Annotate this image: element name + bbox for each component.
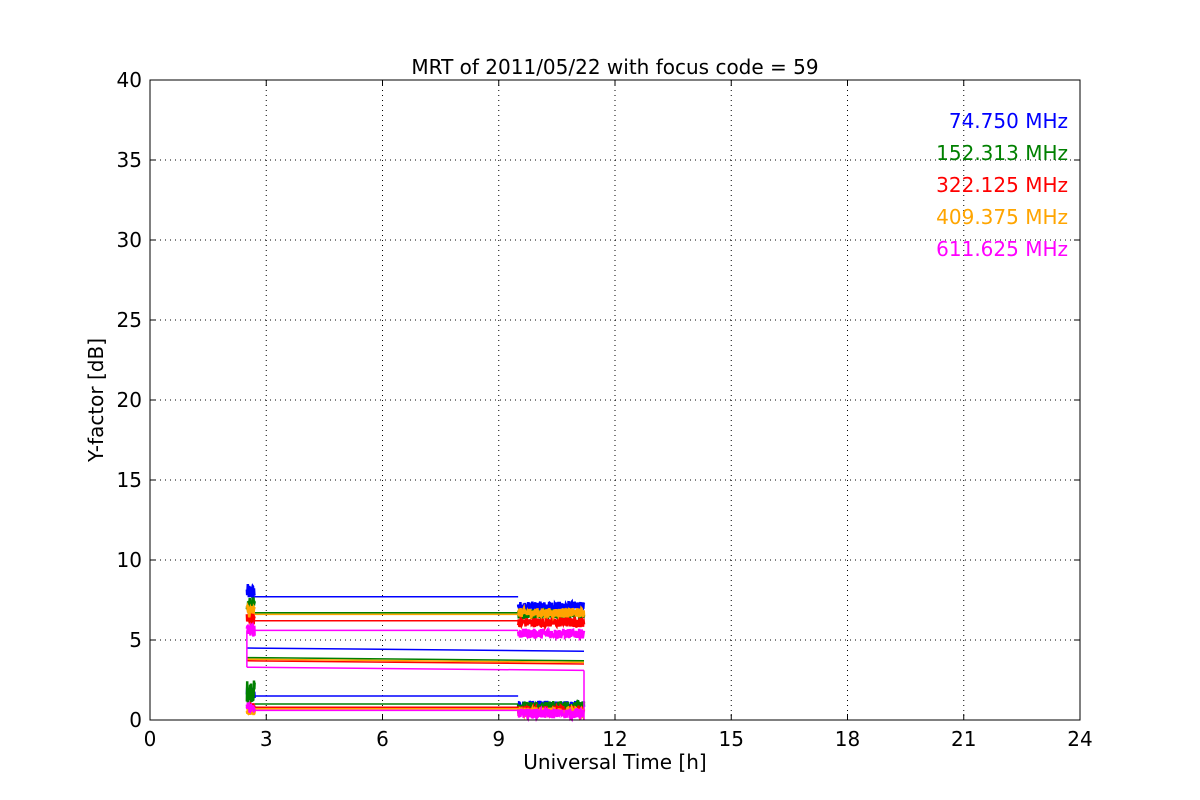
x-tick-label: 6 — [376, 727, 389, 751]
legend-entry: 322.125 MHz — [936, 173, 1068, 197]
y-tick-label: 25 — [117, 308, 142, 332]
legend-entry: 152.313 MHz — [936, 141, 1068, 165]
series-noise — [516, 613, 586, 632]
series-1 — [245, 583, 586, 715]
series-noise — [245, 583, 256, 601]
legend: 74.750 MHz 152.313 MHz 322.125 MHz 409.375 … — [936, 109, 1068, 261]
series-line — [246, 647, 585, 652]
chart-canvas: 0 3 6 9 12 15 18 21 24 0 5 10 15 20 25 30 35 40 MRT of 2… — [84, 55, 1093, 774]
x-tick-labels: 0 3 6 9 12 15 18 21 24 — [144, 727, 1093, 751]
series-layer — [245, 583, 586, 723]
series-noise — [516, 704, 586, 723]
series-line — [246, 666, 585, 672]
legend-entry: 611.625 MHz — [936, 237, 1068, 261]
series-noise — [245, 680, 256, 703]
y-tick-label: 40 — [117, 68, 142, 92]
legend-entry: 74.750 MHz — [949, 109, 1068, 133]
x-tick-label: 12 — [602, 727, 627, 751]
series-noise — [516, 626, 586, 642]
x-tick-label: 21 — [951, 727, 976, 751]
x-tick-label: 15 — [719, 727, 744, 751]
x-tick-label: 9 — [492, 727, 505, 751]
y-axis-label: Y-factor [dB] — [84, 338, 108, 463]
y-tick-label: 35 — [117, 148, 142, 172]
series-3 — [245, 611, 586, 719]
y-tick-label: 10 — [117, 548, 142, 572]
y-tick-label: 30 — [117, 228, 142, 252]
chart-title: MRT of 2011/05/22 with focus code = 59 — [411, 55, 818, 79]
x-tick-label: 18 — [835, 727, 860, 751]
y-tick-label: 15 — [117, 468, 142, 492]
y-tick-label: 0 — [129, 708, 142, 732]
y-tick-labels: 0 5 10 15 20 25 30 35 40 — [117, 68, 142, 732]
x-tick-label: 3 — [260, 727, 273, 751]
series-noise — [245, 621, 256, 637]
x-tick-label: 0 — [144, 727, 157, 751]
x-tick-label: 24 — [1067, 727, 1092, 751]
legend-entry: 409.375 MHz — [936, 205, 1068, 229]
x-axis-label: Universal Time [h] — [523, 750, 706, 774]
y-tick-label: 5 — [129, 628, 142, 652]
y-tick-label: 20 — [117, 388, 142, 412]
